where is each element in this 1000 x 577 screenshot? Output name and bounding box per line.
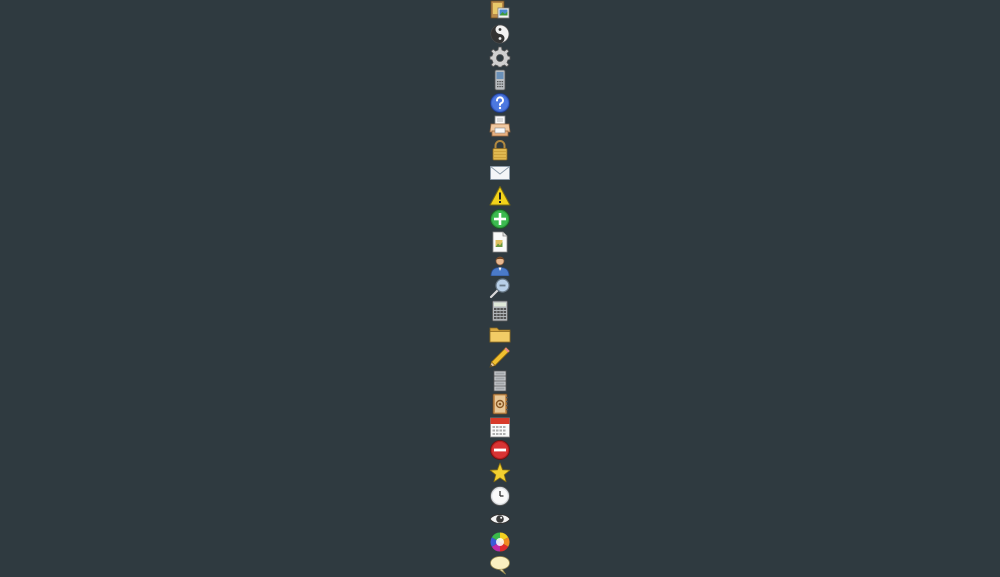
document-image-icon[interactable] <box>489 231 511 253</box>
yin-yang-icon[interactable] <box>489 23 511 45</box>
color-wheel-icon[interactable] <box>489 531 511 553</box>
calendar-icon[interactable] <box>489 416 511 438</box>
remove-icon[interactable] <box>489 439 511 461</box>
clock-icon[interactable] <box>489 485 511 507</box>
star-icon[interactable] <box>489 462 511 484</box>
warning-icon[interactable] <box>489 185 511 207</box>
photos-icon[interactable] <box>489 0 511 22</box>
speech-bubble-icon[interactable] <box>489 554 511 576</box>
folder-icon[interactable] <box>489 323 511 345</box>
mobile-phone-icon[interactable] <box>489 69 511 91</box>
eye-icon[interactable] <box>489 508 511 530</box>
printer-icon[interactable] <box>489 115 511 137</box>
zoom-out-icon[interactable] <box>489 277 511 299</box>
lock-icon[interactable] <box>489 139 511 161</box>
pencil-icon[interactable] <box>489 346 511 368</box>
address-book-icon[interactable] <box>489 393 511 415</box>
calculator-icon[interactable] <box>489 300 511 322</box>
help-icon[interactable] <box>489 92 511 114</box>
user-icon[interactable] <box>489 254 511 277</box>
desktop-background <box>0 0 1000 577</box>
icon-strip <box>489 0 511 577</box>
mail-icon[interactable] <box>489 162 511 184</box>
gear-icon[interactable] <box>489 46 511 68</box>
add-icon[interactable] <box>489 208 511 230</box>
database-icon[interactable] <box>489 370 511 392</box>
